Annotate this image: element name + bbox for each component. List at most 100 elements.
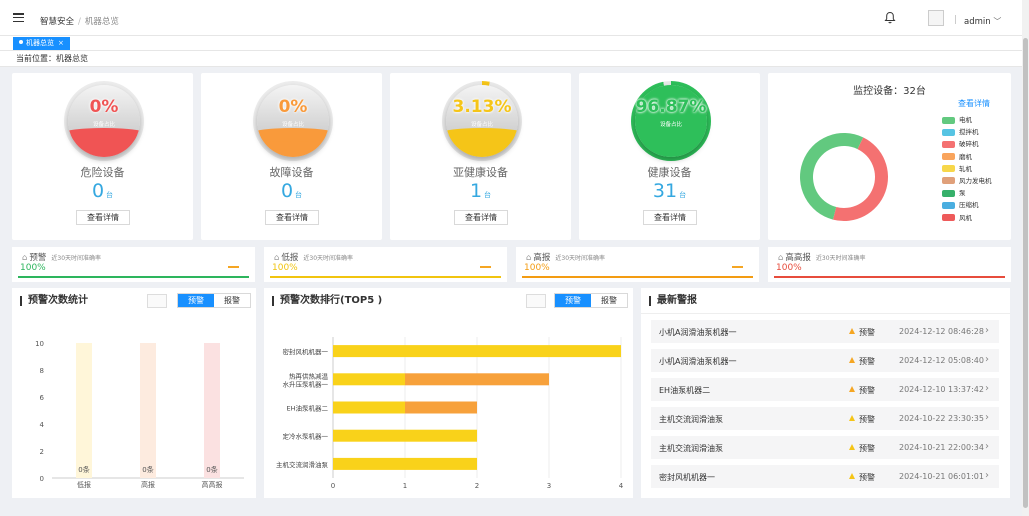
accuracy-note: 近30天时间准确率 [555,255,606,262]
legend-swatch [942,116,955,124]
x-tick-label: 0 [331,482,335,490]
warning-triangle-icon [849,328,855,334]
close-icon[interactable]: × [58,39,64,47]
y-tick-label: 8 [40,367,44,375]
legend-item[interactable]: 泵 [942,189,992,201]
y-tick-label: 4 [40,421,45,429]
view-details-button[interactable]: 查看详情 [265,210,319,225]
bar-background [140,343,156,478]
count-unit: 台 [484,191,492,199]
device-category-name: 危险设备 [80,166,125,179]
current-location: 当前位置：机器总览 [0,51,1022,67]
legend-swatch [942,189,955,197]
legend-item[interactable]: 磨机 [942,153,992,165]
chevron-right-icon[interactable]: › [985,412,989,423]
alert-level-label: 预警 [859,473,875,482]
accuracy-label: ⌂ 预警 近30天时间准确率 [22,251,101,263]
gauge-subtitle: 设备占比 [659,122,682,128]
alert-row[interactable]: 主机交流润滑油泵 预警 2024-10-21 22:00:34 › [651,436,999,459]
warning-triangle-icon [849,386,855,392]
alert-row[interactable]: 主机交流润滑油泵 预警 2024-10-22 23:30:35 › [651,407,999,430]
device-category-name: 健康设备 [647,166,692,179]
legend-label: 压缩机 [959,201,979,210]
accuracy-bar [774,276,1005,278]
view-details-button[interactable]: 查看详情 [454,210,508,225]
view-details-button[interactable]: 查看详情 [76,210,130,225]
accuracy-value: 100% [524,263,550,273]
dash-icon [480,266,491,268]
alert-row[interactable]: EH油泵机器二 预警 2024-12-10 13:37:42 › [651,378,999,401]
bell-icon[interactable] [884,11,896,27]
legend-label: 风机 [959,213,972,222]
accuracy-type: 低报 [281,253,299,263]
menu-fold-icon[interactable] [13,13,24,23]
alert-device: 主机交流润滑油泵 [659,444,723,453]
chevron-right-icon[interactable]: › [985,470,989,481]
tab-label: 机器总览 [26,39,54,47]
breadcrumb-root[interactable]: 智慧安全 [40,17,74,27]
accuracy-value: 100% [776,263,802,273]
bar-segment [333,401,405,414]
alert-time: 2024-12-10 13:37:42 [899,385,984,394]
count-unit: 台 [106,191,114,199]
legend-label: 泵 [959,189,966,198]
monitor-detail-link[interactable]: 查看详情 [958,98,990,109]
legend-item[interactable]: 轧机 [942,165,992,177]
legend-label: 破碎机 [959,140,979,149]
device-count: 1台 [390,180,571,202]
chevron-right-icon[interactable]: › [985,354,989,365]
monitor-title: 监控设备：32台 [853,86,926,97]
alert-level: 预警 [849,327,875,338]
warning-triangle-icon [849,444,855,450]
bar-segment [333,457,477,470]
accuracy-value: 100% [272,263,298,273]
x-tick-label: 3 [547,482,551,490]
alert-level-label: 预警 [859,415,875,424]
legend-item[interactable]: 破碎机 [942,140,992,152]
accuracy-bar [18,276,249,278]
user-menu[interactable]: admin ﹀ [964,16,1001,27]
device-card: 0% 设备占比 故障设备 0台 查看详情 [201,73,382,240]
alert-row[interactable]: 小机A润滑油泵机器一 预警 2024-12-12 05:08:40 › [651,349,999,372]
chevron-right-icon[interactable]: › [985,383,989,394]
donut-slice [832,137,888,221]
view-details-button[interactable]: 查看详情 [643,210,697,225]
alert-row[interactable]: 小机A润滑油泵机器一 预警 2024-12-12 08:46:28 › [651,320,999,343]
accuracy-card: ⌂ 预警 近30天时间准确率 100% [12,247,255,282]
percent-gauge: 0% 设备占比 [64,81,144,161]
accuracy-type: 高高报 [785,253,811,263]
tab-machine-overview[interactable]: 机器总览 × [13,37,70,50]
alert-level: 预警 [849,356,875,367]
chevron-right-icon[interactable]: › [985,441,989,452]
bank-icon: ⌂ [526,253,532,263]
count-value: 0 [280,180,294,202]
scrollbar[interactable] [1022,0,1029,516]
chevron-right-icon[interactable]: › [985,325,989,336]
legend-label: 电机 [959,116,972,124]
y-tick-label: 热再供热减温水升压泵机器一 [283,371,329,388]
accuracy-card: ⌂ 低报 近30天时间准确率 100% [264,247,507,282]
data-label: 0条 [78,465,89,474]
legend-item[interactable]: 风力发电机 [942,177,992,189]
x-tick-label: 高报 [141,480,155,489]
legend-item[interactable]: 压缩机 [942,201,992,213]
legend-item[interactable]: 风机 [942,214,992,226]
device-type-legend: 电机搅拌机 破碎机磨机 轧机 风力发电机泵压缩机风机 [942,116,992,226]
gauge-subtitle: 设备占比 [281,122,304,128]
scrollbar-thumb[interactable] [1023,38,1028,508]
gauge-percent: 0% [89,97,119,117]
top5-ranking-chart: 0 1 2 3 4 密封风机机器一热再供热减温水升压泵机器一 EH油泵机器二定冷水泵机器一主… [276,337,624,490]
data-label: 0条 [142,465,153,474]
alert-row[interactable]: 密封风机机器一 预警 2024-10-21 06:01:01 › [651,465,999,488]
legend-item[interactable]: 搅拌机 [942,128,992,140]
avatar[interactable] [928,10,944,26]
x-tick-label: 4 [619,482,624,490]
active-dot-icon [19,40,23,44]
legend-label: 风力发电机 [959,176,992,185]
x-tick-label: 高高报 [202,480,223,489]
device-type-donut-chart [800,133,888,221]
bar-segment [405,401,477,414]
alert-device: 密封风机机器一 [659,473,715,482]
legend-item[interactable]: 电机 [942,116,992,128]
y-tick-label: 6 [40,394,45,402]
